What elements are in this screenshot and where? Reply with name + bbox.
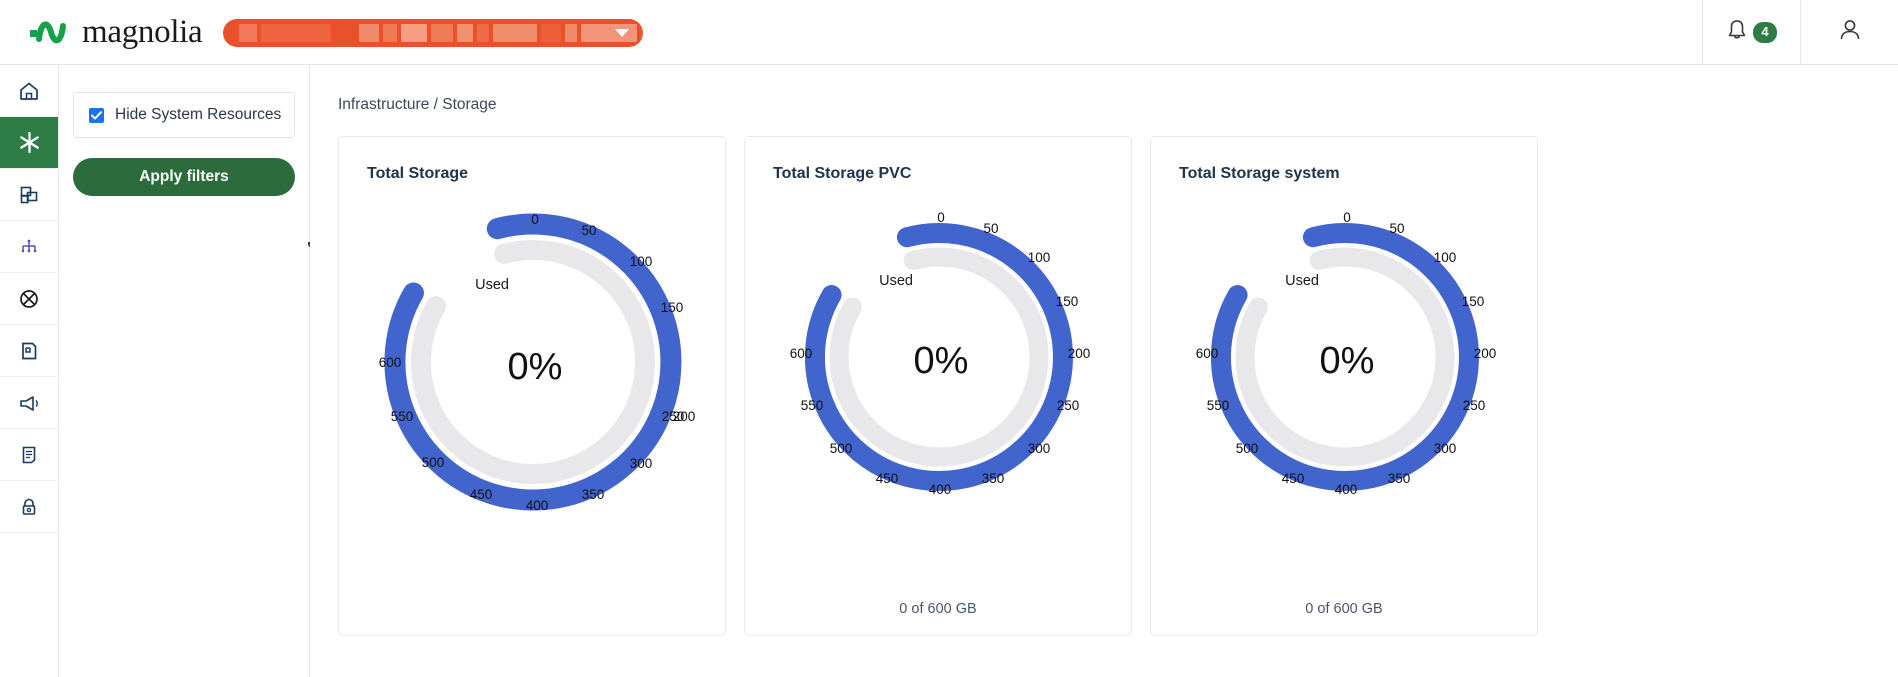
gauge-chart: 0 50 100 150 200 250 300 350 400 450 500…	[339, 187, 727, 567]
sidebar-item-logs[interactable]	[0, 429, 58, 481]
gauge-tick: 600	[790, 346, 813, 361]
lock-icon	[17, 495, 41, 519]
account-button[interactable]	[1800, 0, 1898, 65]
gauge-tick: 200	[1474, 346, 1497, 361]
gauge-tick: 500	[1236, 441, 1259, 456]
sidebar-item-reports[interactable]	[0, 325, 58, 377]
gauge-tick: 0	[1343, 210, 1351, 225]
hierarchy-icon	[17, 235, 41, 259]
home-icon	[17, 79, 41, 103]
gauge-center-value: 0%	[508, 346, 563, 388]
gauge-tick: 600	[1196, 346, 1219, 361]
gauge-tick: 300	[630, 456, 653, 471]
left-sidebar	[0, 65, 59, 677]
sidebar-item-blocked[interactable]	[0, 273, 58, 325]
gauge-tick: 500	[422, 455, 445, 470]
brand-name: magnolia	[82, 13, 203, 50]
user-icon	[1837, 17, 1863, 48]
gauge-tick: 150	[1462, 294, 1485, 309]
top-bar-actions: 4	[1702, 0, 1898, 65]
card-title: Total Storage PVC	[773, 165, 912, 182]
document-lines-icon	[17, 443, 41, 467]
gauge-tick: 150	[1056, 294, 1079, 309]
gauge-tick: 250	[1463, 398, 1486, 413]
gauge-tick: 350	[1388, 471, 1411, 486]
gauge-series-label: Used	[879, 273, 913, 289]
gauge-tick: 350	[582, 487, 605, 502]
gauge-tick: 50	[983, 221, 998, 236]
magnolia-wave-logo	[30, 17, 76, 47]
chevron-down-icon	[615, 29, 629, 37]
stacked-squares-icon	[17, 183, 41, 207]
gauge-tick: 300	[1434, 441, 1457, 456]
gauge-tick: 400	[1335, 482, 1358, 497]
gauge-tick: 450	[1282, 471, 1305, 486]
gauge-tick: 100	[1434, 250, 1457, 265]
card-title: Total Storage system	[1179, 165, 1340, 182]
gauge-series-label: Used	[475, 277, 509, 293]
gauge-center-value: 0%	[1320, 340, 1375, 382]
redacted-text	[239, 24, 643, 42]
gauge-tick: 50	[581, 223, 596, 238]
gauge-tick: 500	[830, 441, 853, 456]
apply-filters-button[interactable]: Apply filters	[73, 158, 295, 196]
gauge-tick: 200	[1068, 346, 1091, 361]
card-footer: 0 of 600 GB	[1305, 601, 1383, 617]
gauge-series-label: Used	[1285, 273, 1319, 289]
gauge-tick: 400	[526, 498, 549, 513]
storage-card: Total Storage PVC 0 50 100 150 200 250 3…	[744, 136, 1132, 636]
gauge-tick: 450	[470, 487, 493, 502]
page-corner-icon	[17, 339, 41, 363]
gauge-tick: 100	[1028, 250, 1051, 265]
hide-system-resources-row[interactable]: Hide System Resources	[73, 92, 295, 138]
gauge-tick: 550	[801, 398, 824, 413]
gauge-tick: 450	[876, 471, 899, 486]
notifications-button[interactable]: 4	[1702, 0, 1800, 65]
filter-panel: Hide System Resources Apply filters	[59, 65, 326, 677]
storage-cards: Total Storage 0 50 100 150 200 250 300 3…	[338, 136, 1538, 636]
gauge-tick: 150	[661, 300, 684, 315]
sidebar-item-announcements[interactable]	[0, 377, 58, 429]
card-footer: 0 of 600 GB	[899, 601, 977, 617]
notification-count: 4	[1753, 22, 1777, 43]
card-title: Total Storage	[367, 165, 469, 182]
breadcrumb: Infrastructure / Storage	[338, 96, 497, 113]
gauge-tick: 0	[531, 212, 539, 227]
gauge-tick: 100	[630, 254, 653, 269]
gauge-tick: 350	[982, 471, 1005, 486]
gauge-tick: 250	[662, 409, 685, 424]
app-root: magnolia 4 Hide System Resources Apply f…	[0, 0, 1898, 677]
main-content: Infrastructure / Storage Total Storage 0…	[310, 65, 1898, 677]
storage-card: Total Storage 0 50 100 150 200 250 300 3…	[338, 136, 726, 636]
gauge-chart: 0 50 100 150 200 250 300 350 400 450 500…	[745, 187, 1133, 567]
gauge-tick: 0	[937, 210, 945, 225]
asterisk-icon	[16, 129, 43, 156]
gauge-tick: 550	[1207, 398, 1230, 413]
gauge-tick: 300	[1028, 441, 1051, 456]
gauge-tick: 50	[1389, 221, 1404, 236]
megaphone-icon	[17, 391, 42, 415]
top-bar: magnolia 4	[0, 0, 1898, 65]
sidebar-item-topology[interactable]	[0, 221, 58, 273]
gauge-tick: 600	[379, 355, 402, 370]
brand-logo[interactable]: magnolia	[30, 13, 203, 51]
storage-card: Total Storage system 0 50 100 150 200 25…	[1150, 136, 1538, 636]
sidebar-item-applications[interactable]	[0, 169, 58, 221]
gauge-tick: 550	[391, 409, 414, 424]
hide-system-resources-checkbox[interactable]	[89, 107, 104, 123]
sidebar-item-infrastructure[interactable]	[0, 117, 58, 169]
gauge-tick: 250	[1057, 398, 1080, 413]
circle-slash-icon	[17, 287, 41, 311]
gauge-tick: 400	[929, 482, 952, 497]
hide-system-resources-label: Hide System Resources	[115, 106, 282, 123]
sidebar-item-security[interactable]	[0, 481, 58, 533]
bell-icon	[1726, 18, 1748, 47]
gauge-chart: 0 50 100 150 200 250 300 350 400 450 500…	[1151, 187, 1539, 567]
environment-selector[interactable]	[223, 19, 643, 47]
gauge-center-value: 0%	[914, 340, 969, 382]
sidebar-item-home[interactable]	[0, 65, 58, 117]
